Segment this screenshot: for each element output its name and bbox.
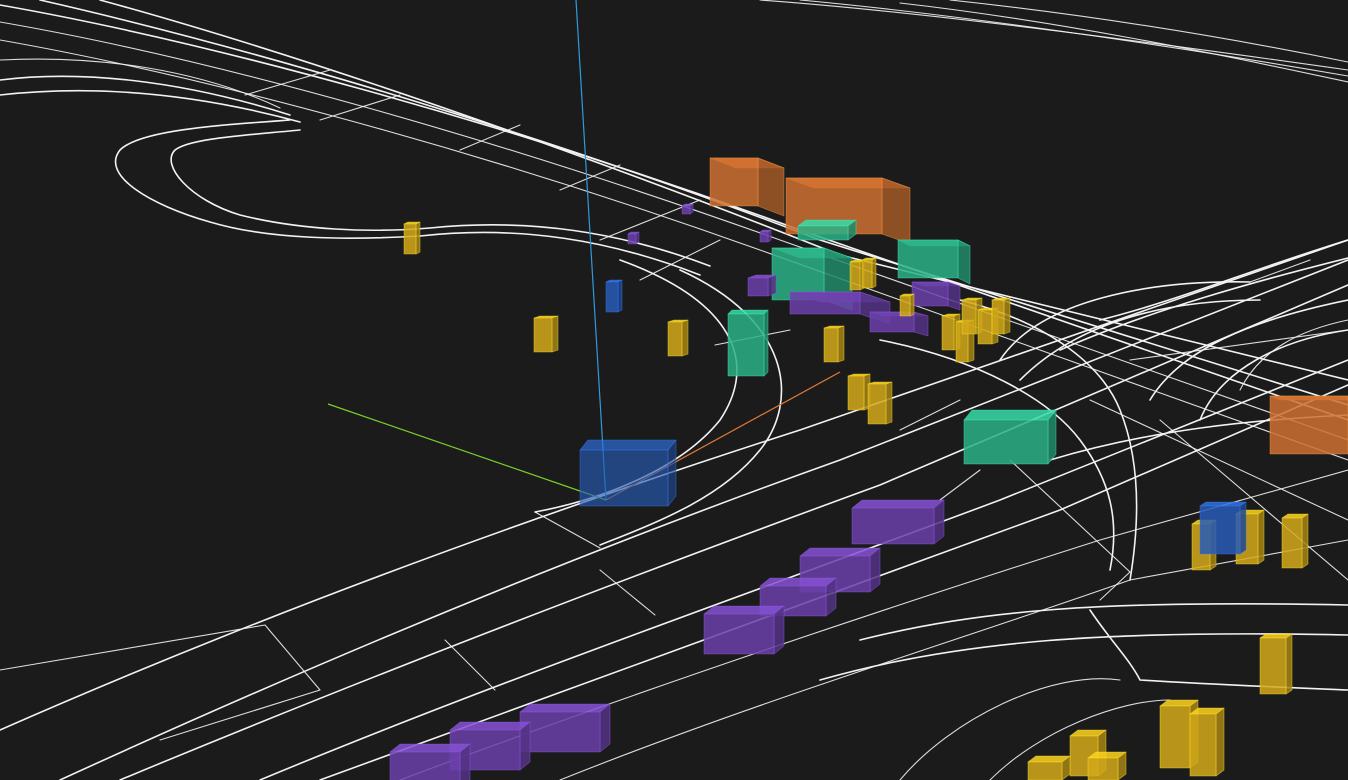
pedestrian-box — [847, 373, 871, 411]
barrier-box — [703, 605, 785, 655]
truck-box — [727, 309, 769, 377]
barrier-box — [869, 311, 929, 337]
3d-scene-viewport[interactable] — [0, 0, 1348, 780]
pedestrian-box — [1281, 513, 1309, 569]
pedestrian-box — [533, 315, 559, 353]
barrier-box — [627, 231, 640, 245]
pedestrian-box — [823, 325, 845, 363]
barrier-box — [747, 274, 777, 297]
barrier-box — [681, 203, 694, 215]
scene-background — [0, 0, 1348, 780]
ego-vehicle-box — [605, 279, 623, 313]
barrier-box — [911, 281, 961, 311]
truck-box — [797, 219, 857, 241]
pedestrian-box — [1027, 755, 1071, 780]
ego-vehicle-box — [579, 439, 677, 507]
barrier-box — [851, 499, 945, 545]
truck-box — [963, 409, 1057, 465]
pedestrian-box — [403, 221, 421, 255]
pedestrian-box — [899, 293, 915, 317]
pedestrian-box — [861, 257, 877, 289]
truck-box — [897, 239, 971, 285]
ego-vehicle-box — [1199, 501, 1247, 555]
barrier-box — [759, 229, 772, 243]
barrier-box — [389, 743, 471, 780]
barrier-box — [519, 703, 611, 753]
car-box — [1269, 395, 1348, 455]
pedestrian-box — [867, 381, 893, 425]
pedestrian-box — [667, 319, 689, 357]
pedestrian-box — [1259, 633, 1293, 695]
pedestrian-box — [1087, 751, 1127, 780]
pedestrian-box — [1189, 707, 1225, 777]
pedestrian-box — [991, 297, 1011, 335]
